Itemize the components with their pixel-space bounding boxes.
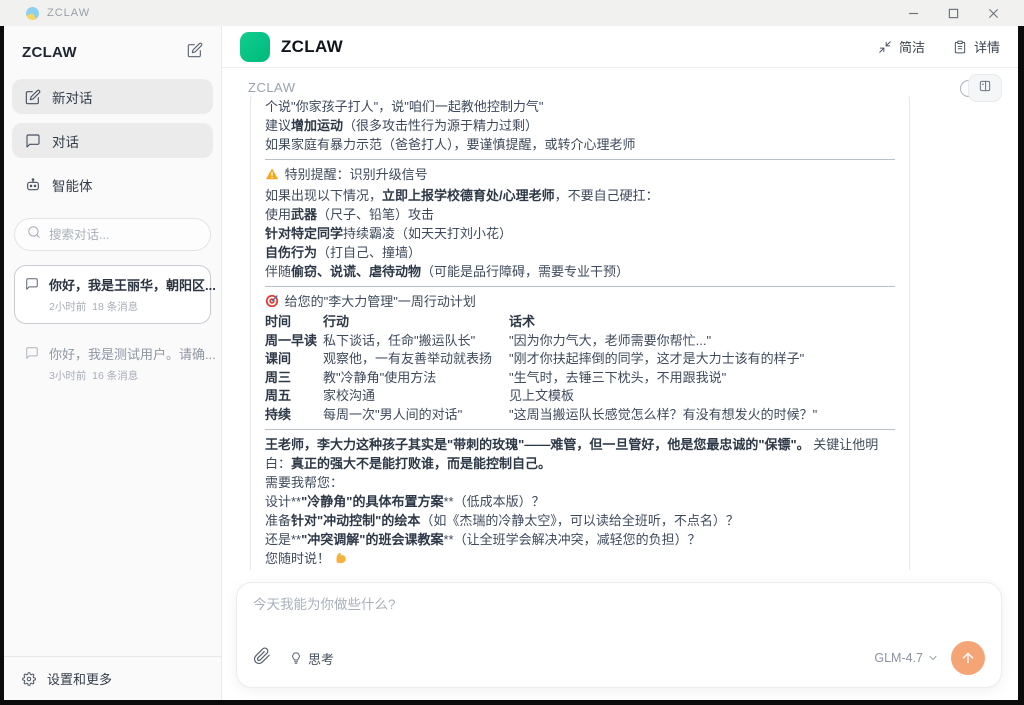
window-title: ZCLAW — [47, 7, 90, 19]
message-input[interactable] — [253, 597, 985, 612]
sidebar-nav: 新对话对话智能体 — [4, 73, 221, 202]
search-box[interactable] — [14, 218, 211, 251]
chat-scroll-area[interactable]: 个说"你家孩子打人"，说"咱们一起教他控制力气"建议增加运动（很多攻击性行为源于… — [222, 96, 1018, 570]
assistant-message: 个说"你家孩子打人"，说"咱们一起教他控制力气"建议增加运动（很多攻击性行为源于… — [250, 96, 910, 570]
message-line: 特别提醒：识别升级信号 — [265, 165, 895, 186]
table-row: 周三教"冷静角"使用方法"生气时，去锤三下枕头，不用跟我说" — [265, 369, 895, 388]
table-header-row: 时间行动话术 — [265, 313, 895, 332]
maximize-icon[interactable] — [946, 6, 960, 20]
sidebar-item-new-chat[interactable]: 新对话 — [12, 79, 213, 114]
message-line: 建议增加运动（很多攻击性行为源于精力过剩） — [265, 116, 895, 135]
app-logo-icon — [26, 7, 39, 20]
gear-icon — [22, 672, 36, 686]
conversation-meta: 2小时前 18 条消息 — [49, 299, 216, 314]
chat-bubble-icon — [25, 277, 39, 314]
message-line: 给您的"李大力管理"一周行动计划 — [265, 292, 895, 313]
biceps-emoji-icon — [334, 551, 348, 570]
table-row: 持续每周一次"男人间的对话""这周当搬运队长感觉怎么样？有没有想发火的时候？" — [265, 406, 895, 425]
settings-label: 设置和更多 — [47, 669, 112, 688]
message-divider — [265, 286, 895, 287]
message-line: 如果家庭有暴力示范（爸爸打人），要谨慎提醒，或转介心理老师 — [265, 135, 895, 154]
message-line: 还是**"冲突调解"的班会课教案**（让全班学会解决冲突，减轻您的负担）？ — [265, 530, 895, 549]
table-row: 周一早读私下谈话，任命"搬运队长""因为你力气大，老师需要你帮忙..." — [265, 332, 895, 351]
message-divider — [265, 429, 895, 430]
chat-bubble-icon — [25, 346, 39, 383]
thinking-label: 思考 — [308, 649, 334, 668]
model-selector[interactable]: GLM-4.7 — [874, 651, 939, 665]
target-emoji-icon — [265, 294, 279, 313]
conversation-item[interactable]: 你好，我是王丽华，朝阳区...2小时前 18 条消息 — [14, 265, 211, 324]
minimize-icon[interactable] — [906, 6, 920, 20]
conversation-list: 你好，我是王丽华，朝阳区...2小时前 18 条消息你好，我是测试用户。请确..… — [14, 265, 211, 393]
send-button[interactable] — [951, 641, 985, 675]
search-input[interactable] — [49, 228, 179, 242]
details-button[interactable]: 详情 — [953, 37, 1000, 56]
message-line: 针对特定同学持续霸凌（如天天打刘小花） — [265, 224, 895, 243]
window-titlebar: ZCLAW — [0, 0, 1024, 26]
panel-icon — [978, 79, 992, 98]
brand-logo-icon — [240, 32, 270, 62]
close-icon[interactable] — [986, 6, 1000, 20]
table-row: 周五家校沟通见上文模板 — [265, 387, 895, 406]
action-plan-table: 时间行动话术周一早读私下谈话，任命"搬运队长""因为你力气大，老师需要你帮忙..… — [265, 313, 895, 424]
conversation-title: 你好，我是测试用户。请确... — [49, 344, 216, 363]
chat-title: ZCLAW — [248, 80, 296, 95]
message-line: 如果出现以下情况，立即上报学校德育处/心理老师，不要自己硬扛： — [265, 186, 895, 205]
conversation-item[interactable]: 你好，我是测试用户。请确...3小时前 16 条消息 — [14, 334, 211, 393]
chat-bubble-icon — [25, 133, 41, 149]
message-line: 使用武器（尺子、铅笔）攻击 — [265, 205, 895, 224]
main-header: ZCLAW 简洁 详情 — [222, 26, 1018, 68]
sidebar-item-agents[interactable]: 智能体 — [12, 167, 213, 202]
settings-and-more-button[interactable]: 设置和更多 — [4, 656, 221, 700]
compose-icon[interactable] — [187, 42, 203, 63]
message-line: 个说"你家孩子打人"，说"咱们一起教他控制力气" — [265, 97, 895, 116]
message-divider — [265, 159, 895, 160]
chat-subheader: ZCLAW — [222, 68, 1018, 96]
message-line: 王老师，李大力这种孩子其实是"带刺的玫瑰"——难管，但一旦管好，他是您最忠诚的"… — [265, 435, 895, 473]
table-row: 课间观察他，一有友善举动就表扬"刚才你扶起摔倒的同学，这才是大力士该有的样子" — [265, 350, 895, 369]
compact-mode-label: 简洁 — [899, 37, 925, 56]
details-label: 详情 — [974, 37, 1000, 56]
compose-icon — [25, 89, 41, 105]
search-icon — [27, 225, 41, 244]
attach-button[interactable] — [253, 647, 271, 670]
main-area: ZCLAW 简洁 详情 ZCLAW 个说"你 — [222, 26, 1018, 700]
sidebar-item-chats[interactable]: 对话 — [12, 123, 213, 158]
conversation-meta: 3小时前 16 条消息 — [49, 368, 216, 383]
compact-mode-button[interactable]: 简洁 — [878, 37, 925, 56]
app-window: ZCLAW 新对话对话智能体 你好，我是王丽华，朝阳区...2小时前 18 条消… — [4, 26, 1018, 700]
chevron-down-icon — [927, 652, 939, 664]
sidebar: ZCLAW 新对话对话智能体 你好，我是王丽华，朝阳区...2小时前 18 条消… — [4, 26, 222, 700]
lightbulb-icon — [289, 651, 303, 665]
sidebar-title: ZCLAW — [22, 44, 77, 61]
robot-icon — [25, 177, 41, 193]
model-name: GLM-4.7 — [874, 651, 923, 665]
paperclip-icon — [253, 647, 271, 670]
clipboard-icon — [953, 40, 967, 54]
sidebar-item-label: 新对话 — [52, 87, 93, 107]
message-line: 伴随偷窃、说谎、虐待动物（可能是品行障碍，需要专业干预） — [265, 262, 895, 281]
collapse-icon — [878, 40, 892, 54]
message-line: 需要我帮您： — [265, 473, 895, 492]
sidebar-item-label: 智能体 — [52, 175, 93, 195]
composer: 思考 GLM-4.7 — [236, 582, 1002, 688]
brand-title: ZCLAW — [281, 37, 343, 57]
message-line: 您随时说！ — [265, 549, 895, 570]
sidebar-item-label: 对话 — [52, 131, 79, 151]
thinking-toggle[interactable]: 思考 — [289, 649, 334, 668]
message-line: 准备针对"冲动控制"的绘本（如《杰瑞的冷静太空》，可以读给全班听，不点名）？ — [265, 511, 895, 530]
warning-emoji-icon — [265, 167, 279, 186]
message-line: 设计**"冷静角"的具体布置方案**（低成本版）？ — [265, 492, 895, 511]
conversation-title: 你好，我是王丽华，朝阳区... — [49, 275, 216, 294]
message-line: 自伤行为（打自己、撞墙） — [265, 243, 895, 262]
side-panel-toggle-button[interactable] — [968, 74, 1002, 102]
